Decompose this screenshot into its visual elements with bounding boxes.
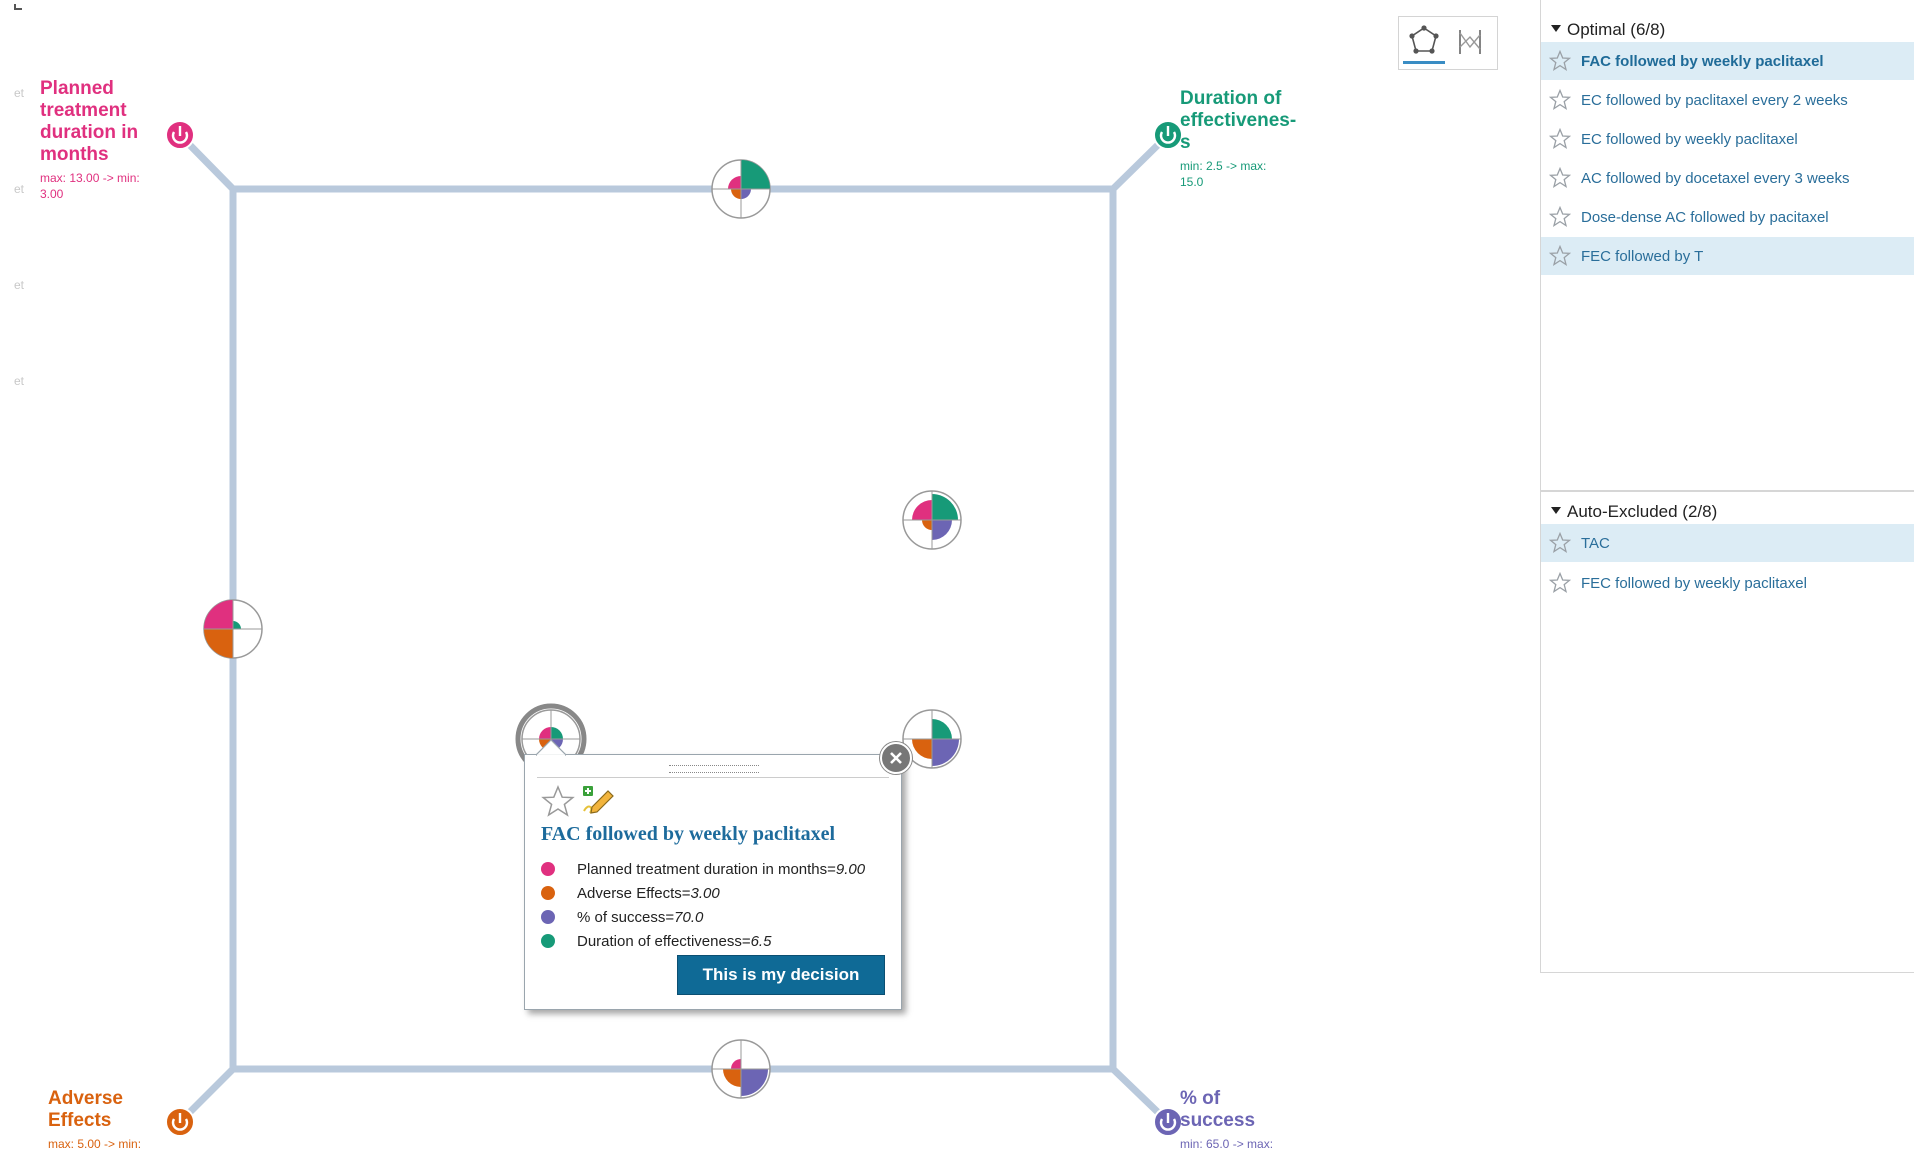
- axis-range: max: 13.00 -> min:: [40, 171, 140, 185]
- network-view-icon: [1409, 25, 1439, 54]
- list-item-label: FEC followed by weekly paclitaxel: [1581, 574, 1807, 592]
- favorite-star-icon[interactable]: [541, 785, 575, 819]
- close-icon: [890, 752, 902, 764]
- parallel-coordinates-view-button[interactable]: [1449, 21, 1491, 63]
- attribute-label: % of success=: [577, 908, 675, 926]
- axis-name: duration in: [40, 122, 139, 143]
- power-toggle-bottom-right[interactable]: [1153, 1107, 1183, 1137]
- axis-name: Duration of: [1180, 88, 1282, 109]
- list-item-label: FEC followed by T: [1581, 247, 1704, 265]
- power-toggle-top-right[interactable]: [1153, 120, 1183, 150]
- star-icon[interactable]: [1549, 572, 1571, 594]
- axis-label-top-left: Planned treatment duration in months max…: [40, 78, 170, 202]
- attribute-dot: [541, 862, 555, 876]
- power-toggle-top-left[interactable]: [165, 120, 195, 150]
- collapse-triangle-icon: [1551, 25, 1561, 33]
- list-item-alternative[interactable]: TAC: [1541, 524, 1914, 562]
- decision-button[interactable]: This is my decision: [677, 955, 885, 995]
- attribute-row: Adverse Effects= 3.00: [541, 882, 720, 904]
- alternative-node[interactable]: [203, 599, 263, 659]
- add-note-pencil-icon[interactable]: [580, 783, 618, 817]
- list-item-label: EC followed by paclitaxel every 2 weeks: [1581, 91, 1848, 109]
- list-item-label: TAC: [1581, 534, 1610, 552]
- axis-name: treatment: [40, 100, 127, 121]
- axis-name: Effects: [48, 1110, 112, 1131]
- list-item-alternative[interactable]: FEC followed by T: [1541, 237, 1914, 275]
- alternative-node[interactable]: [711, 1039, 771, 1099]
- axis-name: effectivenes-: [1180, 110, 1297, 131]
- optimal-header-label: Optimal (6/8): [1567, 20, 1666, 39]
- axis-label-bottom-right: % of success min: 65.0 -> max:: [1180, 1088, 1310, 1152]
- section-divider: [1541, 490, 1914, 492]
- popup-title: FAC followed by weekly paclitaxel: [541, 823, 836, 845]
- axis-range: 3.00: [40, 187, 64, 201]
- parallel-coordinates-icon: [1459, 30, 1481, 54]
- list-item-alternative[interactable]: EC followed by paclitaxel every 2 weeks: [1541, 81, 1914, 119]
- attribute-value: 6.5: [750, 932, 772, 950]
- attribute-dot: [541, 886, 555, 900]
- axis-label-bottom-left: Adverse Effects max: 5.00 -> min:: [48, 1088, 178, 1152]
- list-item-alternative[interactable]: AC followed by docetaxel every 3 weeks: [1541, 159, 1914, 197]
- list-item-alternative[interactable]: FAC followed by weekly paclitaxel: [1541, 42, 1914, 80]
- excluded-section-header[interactable]: Auto-Excluded (2/8): [1551, 502, 1717, 522]
- attribute-label: Adverse Effects=: [577, 884, 691, 902]
- attribute-label: Duration of effectiveness=: [577, 932, 751, 950]
- excluded-header-label: Auto-Excluded (2/8): [1567, 502, 1718, 521]
- star-icon[interactable]: [1549, 532, 1571, 554]
- axis-name: success: [1180, 1110, 1256, 1131]
- list-item-label: EC followed by weekly paclitaxel: [1581, 130, 1798, 148]
- list-item-alternative[interactable]: Dose-dense AC followed by pacitaxel: [1541, 198, 1914, 236]
- list-item-alternative[interactable]: FEC followed by weekly paclitaxel: [1541, 564, 1914, 602]
- star-icon[interactable]: [1549, 245, 1571, 267]
- alternative-node[interactable]: [902, 490, 962, 550]
- axis-name: % of: [1180, 1088, 1221, 1109]
- star-icon[interactable]: [1549, 50, 1571, 72]
- axis-name: Adverse: [48, 1088, 123, 1109]
- star-icon[interactable]: [1549, 167, 1571, 189]
- attribute-value: 9.00: [835, 860, 866, 878]
- optimal-section-header[interactable]: Optimal (6/8): [1551, 20, 1665, 40]
- close-popup-button[interactable]: [880, 742, 912, 774]
- attribute-dot: [541, 910, 555, 924]
- drag-handle[interactable]: [669, 765, 759, 773]
- star-icon[interactable]: [1549, 128, 1571, 150]
- attribute-value: 70.0: [674, 908, 704, 926]
- alternative-node[interactable]: [711, 159, 771, 219]
- axis-range: 15.0: [1180, 175, 1204, 189]
- divider: [537, 777, 889, 778]
- alternatives-panel: Optimal (6/8) FAC followed by weekly pac…: [1540, 0, 1914, 973]
- view-toolbar: [1398, 16, 1498, 70]
- attribute-row: Duration of effectiveness= 6.5: [541, 930, 771, 952]
- axis-range: min: 2.5 -> max:: [1180, 159, 1267, 173]
- list-item-label: FAC followed by weekly paclitaxel: [1581, 52, 1824, 70]
- collapse-triangle-icon: [1551, 507, 1561, 515]
- axis-name: s: [1180, 132, 1191, 153]
- popup-pointer: [536, 739, 566, 756]
- list-item-alternative[interactable]: EC followed by weekly paclitaxel: [1541, 120, 1914, 158]
- attribute-label: Planned treatment duration in months=: [577, 860, 836, 878]
- list-item-label: Dose-dense AC followed by pacitaxel: [1581, 208, 1829, 226]
- alternative-popup: FAC followed by weekly paclitaxel Planne…: [524, 754, 902, 1010]
- star-icon[interactable]: [1549, 89, 1571, 111]
- axis-name: Planned: [40, 78, 114, 99]
- star-icon[interactable]: [1549, 206, 1571, 228]
- attribute-row: % of success= 70.0: [541, 906, 703, 928]
- network-view-button[interactable]: [1403, 21, 1445, 64]
- axis-name: months: [40, 144, 109, 165]
- list-item-label: AC followed by docetaxel every 3 weeks: [1581, 169, 1850, 187]
- attribute-row: Planned treatment duration in months= 9.0…: [541, 858, 865, 880]
- attribute-dot: [541, 934, 555, 948]
- attribute-value: 3.00: [690, 884, 720, 902]
- axis-label-top-right: Duration of effectivenes- s min: 2.5 -> …: [1180, 88, 1320, 190]
